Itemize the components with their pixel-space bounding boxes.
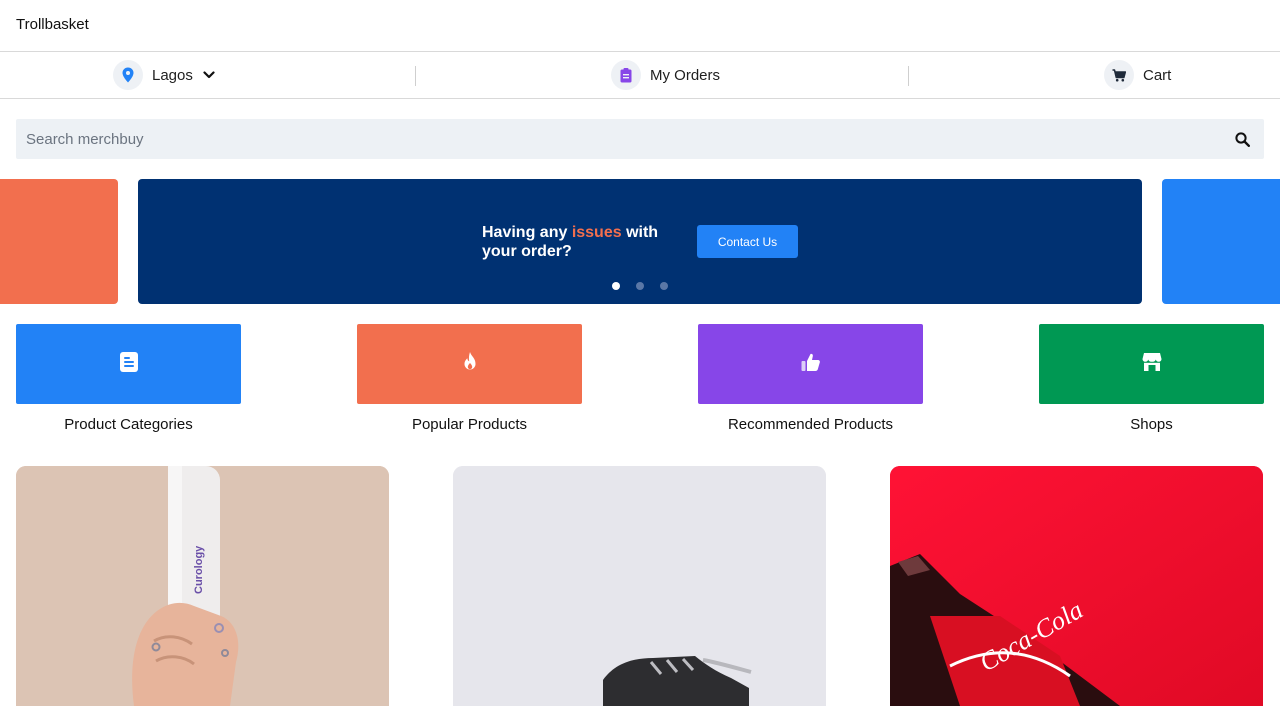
search-input[interactable] bbox=[16, 119, 1220, 159]
carousel-dots bbox=[612, 282, 668, 290]
promo-carousel[interactable]: Having any issues with your order? Conta… bbox=[0, 179, 1280, 304]
coca-cola-bottle-image: Coca-Cola bbox=[890, 466, 1263, 706]
search-bar bbox=[16, 119, 1264, 159]
carousel-dot[interactable] bbox=[612, 282, 620, 290]
search-icon[interactable] bbox=[1220, 119, 1264, 159]
my-orders-label: My Orders bbox=[650, 66, 721, 84]
location-pin-icon bbox=[113, 60, 143, 90]
nav-divider bbox=[908, 66, 909, 86]
storefront-icon bbox=[1142, 352, 1162, 377]
nav-divider bbox=[415, 66, 416, 86]
shops-tile[interactable] bbox=[1039, 324, 1264, 404]
curology-bottle-image: Curology bbox=[16, 466, 389, 706]
clipboard-icon bbox=[611, 60, 641, 90]
location-label: Lagos bbox=[152, 66, 193, 84]
flame-icon bbox=[461, 351, 479, 377]
popular-products-tile[interactable] bbox=[357, 324, 582, 404]
product-card[interactable] bbox=[453, 466, 826, 706]
recommended-products-label[interactable]: Recommended Products bbox=[698, 416, 923, 433]
previous-slide[interactable] bbox=[0, 179, 118, 304]
recommended-products-tile[interactable] bbox=[698, 324, 923, 404]
contact-us-button[interactable]: Contact Us bbox=[697, 225, 798, 258]
cart-icon bbox=[1104, 60, 1134, 90]
product-brand-text: Curology bbox=[193, 545, 205, 594]
my-orders-link[interactable]: My Orders bbox=[611, 59, 720, 91]
support-banner: Having any issues with your order? Conta… bbox=[138, 179, 1142, 304]
cart-link[interactable]: Cart bbox=[1104, 59, 1171, 91]
popular-products-label[interactable]: Popular Products bbox=[357, 416, 582, 433]
location-selector[interactable]: Lagos bbox=[113, 59, 215, 91]
product-card[interactable]: Curology bbox=[16, 466, 389, 706]
product-card[interactable]: Coca-Cola bbox=[890, 466, 1263, 706]
cart-label: Cart bbox=[1143, 66, 1172, 84]
thumbs-up-icon bbox=[801, 352, 821, 377]
banner-text: Having any issues with your order? bbox=[482, 224, 659, 260]
product-categories-label[interactable]: Product Categories bbox=[16, 416, 241, 433]
chevron-down-icon[interactable] bbox=[203, 71, 215, 79]
product-categories-tile[interactable] bbox=[16, 324, 241, 404]
top-bar: Trollbasket bbox=[0, 0, 1280, 52]
nav-bar: Lagos My Orders Cart bbox=[0, 52, 1280, 99]
carousel-dot[interactable] bbox=[660, 282, 668, 290]
sneaker-image bbox=[453, 466, 826, 706]
document-icon bbox=[119, 351, 138, 377]
next-slide[interactable] bbox=[1162, 179, 1280, 304]
shops-label[interactable]: Shops bbox=[1039, 416, 1264, 433]
carousel-dot[interactable] bbox=[636, 282, 644, 290]
banner-accent-text: issues bbox=[571, 224, 622, 241]
brand-name[interactable]: Trollbasket bbox=[16, 16, 89, 33]
